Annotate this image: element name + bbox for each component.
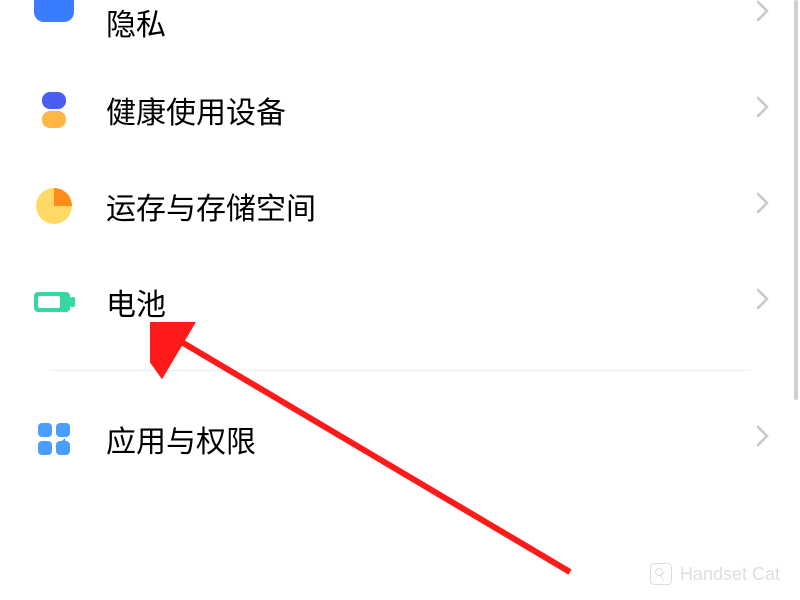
chevron-right-icon xyxy=(756,0,770,29)
item-label: 运存与存储空间 xyxy=(106,184,756,228)
battery-icon xyxy=(30,278,78,326)
storage-icon xyxy=(30,182,78,230)
apps-icon xyxy=(30,415,78,463)
settings-item-apps-permissions[interactable]: 应用与权限 xyxy=(20,391,780,487)
chevron-right-icon xyxy=(756,425,770,454)
privacy-icon xyxy=(30,0,78,28)
scrollbar[interactable] xyxy=(794,0,798,400)
chevron-right-icon xyxy=(756,192,770,221)
section-divider xyxy=(50,370,750,371)
watermark: Handset Cat xyxy=(650,563,780,585)
item-label: 健康使用设备 xyxy=(106,88,756,132)
item-label: 隐私 xyxy=(106,0,756,44)
watermark-icon xyxy=(650,563,672,585)
chevron-right-icon xyxy=(756,96,770,125)
wellbeing-icon xyxy=(30,86,78,134)
settings-list: 隐私 健康使用设备 运存与存储空间 xyxy=(0,0,800,487)
settings-item-privacy[interactable]: 隐私 xyxy=(20,0,780,62)
item-label: 应用与权限 xyxy=(106,417,756,461)
item-label: 电池 xyxy=(106,280,756,324)
settings-item-digital-wellbeing[interactable]: 健康使用设备 xyxy=(20,62,780,158)
chevron-right-icon xyxy=(756,288,770,317)
watermark-text: Handset Cat xyxy=(680,564,780,585)
settings-item-storage[interactable]: 运存与存储空间 xyxy=(20,158,780,254)
settings-item-battery[interactable]: 电池 xyxy=(20,254,780,350)
